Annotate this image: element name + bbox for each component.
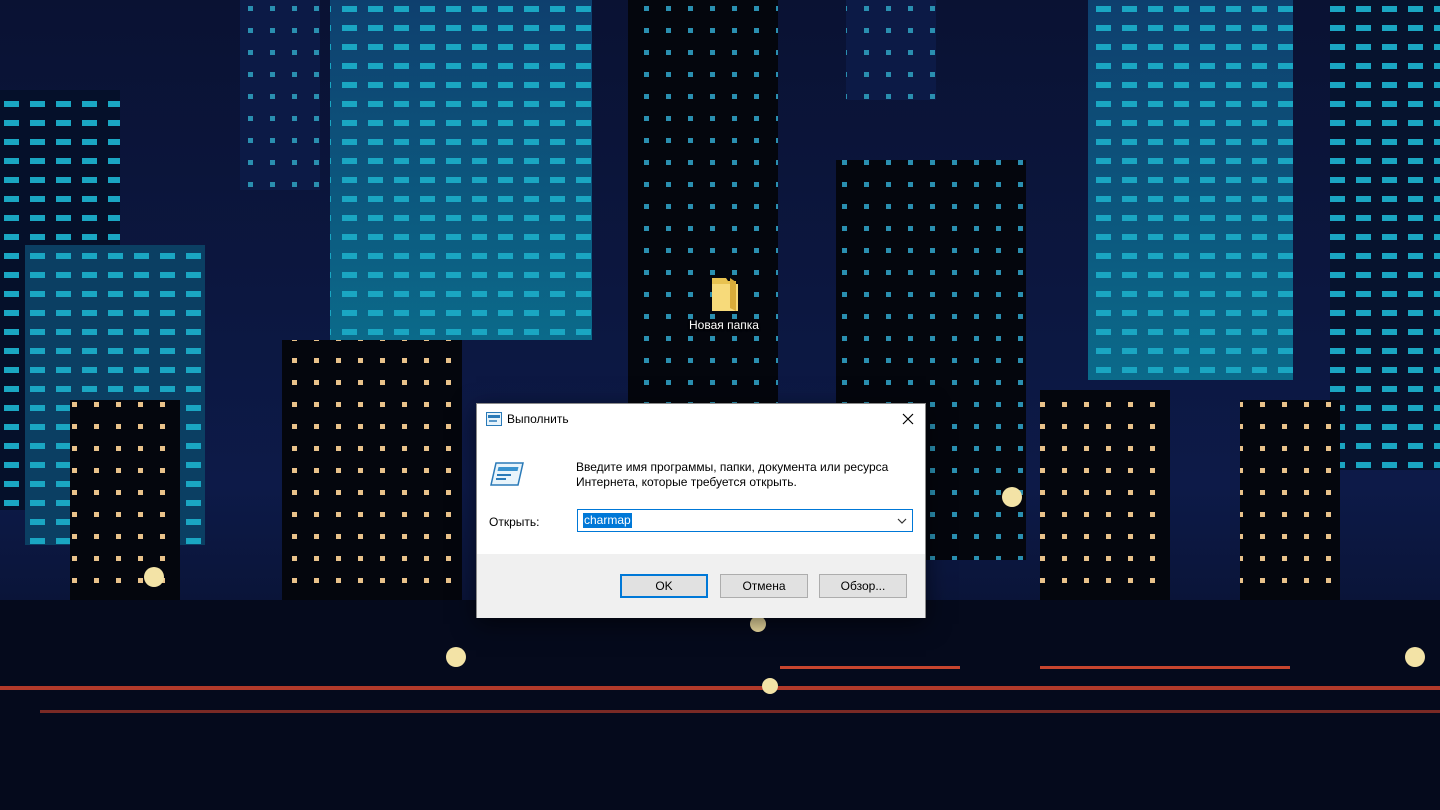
desktop-folder-new-folder[interactable]: Новая папка — [676, 272, 772, 352]
open-label: Открыть: — [489, 515, 540, 529]
dialog-titlebar[interactable]: Выполнить — [477, 404, 925, 434]
browse-button[interactable]: Обзор... — [819, 574, 907, 598]
folder-icon — [712, 278, 738, 311]
dropdown-button[interactable] — [892, 510, 912, 531]
dialog-body: Введите имя программы, папки, документа … — [477, 434, 925, 554]
dialog-footer: OK Отмена Обзор... — [477, 554, 925, 618]
open-input-value[interactable]: charmap — [583, 513, 632, 528]
desktop-icon-label: Новая папка — [689, 318, 759, 332]
ok-button[interactable]: OK — [620, 574, 708, 598]
cancel-button[interactable]: Отмена — [720, 574, 808, 598]
dialog-description: Введите имя программы, папки, документа … — [576, 460, 889, 489]
open-combobox[interactable]: charmap — [577, 509, 913, 532]
chevron-down-icon — [897, 518, 907, 524]
close-button[interactable] — [891, 404, 925, 434]
run-program-icon — [490, 461, 524, 492]
dialog-title: Выполнить — [507, 412, 569, 426]
run-icon — [486, 412, 502, 431]
run-dialog: Выполнить Введите имя программы, папки, … — [476, 403, 926, 618]
close-icon — [902, 413, 914, 425]
